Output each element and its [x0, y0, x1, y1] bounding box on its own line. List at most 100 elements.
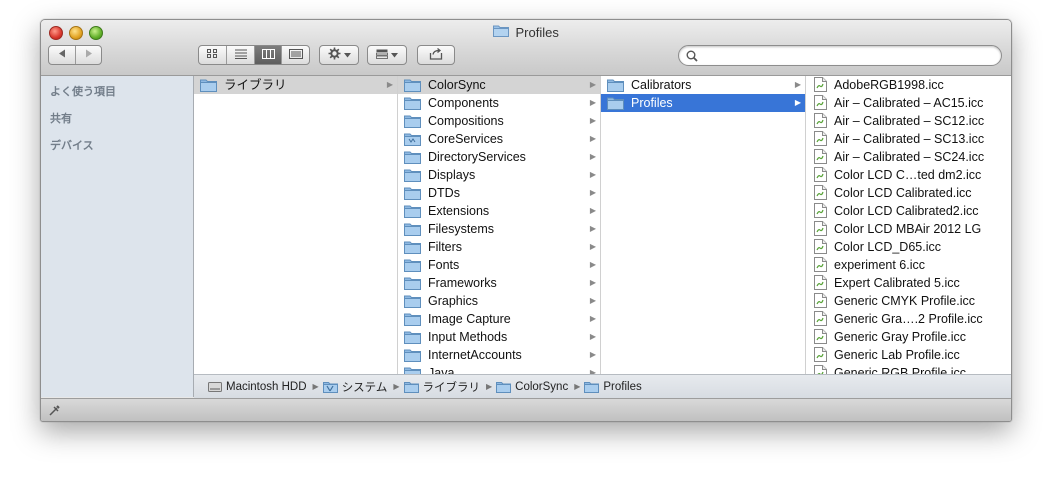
disclosure-arrow-icon: ▶	[589, 350, 596, 359]
column-view-icon	[261, 48, 275, 62]
path-crumb[interactable]: ColorSync	[496, 381, 568, 393]
file-row[interactable]: AdobeRGB1998.icc	[806, 76, 1011, 94]
disclosure-arrow-icon: ▶	[589, 332, 596, 341]
file-row[interactable]: experiment 6.icc	[806, 256, 1011, 274]
folder-row[interactable]: Compositions ▶	[398, 112, 600, 130]
sidebar-resize-icon[interactable]	[48, 404, 61, 420]
browser-column-1: ライブラリ ▶	[194, 76, 398, 374]
path-crumb[interactable]: ライブラリ	[403, 379, 481, 395]
share-icon	[429, 47, 443, 63]
folder-icon	[200, 78, 217, 97]
file-row[interactable]: Expert Calibrated 5.icc	[806, 274, 1011, 292]
forward-arrow-icon	[85, 49, 93, 61]
path-crumb-label: ライブラリ	[422, 381, 481, 394]
folder-name: Graphics	[428, 294, 479, 308]
path-crumb[interactable]: システム	[322, 379, 388, 395]
file-row[interactable]: Generic Lab Profile.icc	[806, 346, 1011, 364]
folder-name: Frameworks	[428, 276, 497, 290]
disclosure-arrow-icon: ▶	[589, 98, 596, 107]
file-name: Air – Calibrated – SC24.icc	[834, 150, 985, 164]
file-name: Generic RGB Profile.icc	[834, 366, 966, 374]
folder-row[interactable]: Filesystems ▶	[398, 220, 600, 238]
back-button[interactable]	[49, 46, 75, 64]
folder-row[interactable]: Extensions ▶	[398, 202, 600, 220]
folder-name: DTDs	[428, 186, 460, 200]
list-view-button[interactable]	[226, 46, 254, 64]
file-name: Generic Lab Profile.icc	[834, 348, 960, 362]
path-crumb-label: システム	[341, 381, 388, 394]
folder-row[interactable]: DTDs ▶	[398, 184, 600, 202]
search-icon	[686, 50, 698, 65]
disclosure-arrow-icon: ▶	[589, 242, 596, 251]
icon-view-button[interactable]	[199, 46, 226, 64]
folder-row[interactable]: Input Methods ▶	[398, 328, 600, 346]
disclosure-arrow-icon: ▶	[386, 80, 393, 89]
disclosure-arrow-icon: ▶	[589, 80, 596, 89]
file-name: Color LCD C…ted dm2.icc	[834, 168, 982, 182]
folder-row[interactable]: ライブラリ ▶	[194, 76, 397, 94]
forward-button[interactable]	[75, 46, 101, 64]
folder-row[interactable]: Displays ▶	[398, 166, 600, 184]
file-name: Generic CMYK Profile.icc	[834, 294, 976, 308]
path-separator-icon: ▶	[393, 382, 400, 391]
sidebar-section-shared[interactable]: 共有	[50, 110, 72, 126]
cover-flow-button[interactable]	[281, 46, 309, 64]
folder-row[interactable]: Image Capture ▶	[398, 310, 600, 328]
folder-name: Extensions	[428, 204, 490, 218]
arrange-icon	[376, 49, 388, 62]
file-name: experiment 6.icc	[834, 258, 926, 272]
disclosure-arrow-icon: ▶	[589, 152, 596, 161]
file-row[interactable]: Air – Calibrated – SC12.icc	[806, 112, 1011, 130]
file-row[interactable]: Color LCD Calibrated.icc	[806, 184, 1011, 202]
file-row[interactable]: Generic Gra….2 Profile.icc	[806, 310, 1011, 328]
arrange-menu-button[interactable]	[367, 45, 407, 65]
sidebar-section-favorites[interactable]: よく使う項目	[50, 83, 116, 99]
folder-row[interactable]: ColorSync ▶	[398, 76, 600, 94]
window-title-area: Profiles	[41, 24, 1011, 40]
folder-icon	[584, 381, 600, 393]
folder-name: Java	[428, 366, 455, 374]
folder-row[interactable]: Frameworks ▶	[398, 274, 600, 292]
folder-row[interactable]: Profiles ▶	[601, 94, 805, 112]
disclosure-arrow-icon: ▶	[794, 80, 801, 89]
file-row[interactable]: Air – Calibrated – AC15.icc	[806, 94, 1011, 112]
folder-icon	[403, 381, 419, 393]
folder-row[interactable]: Components ▶	[398, 94, 600, 112]
folder-name: Filesystems	[428, 222, 494, 236]
path-separator-icon: ▶	[312, 382, 319, 391]
folder-row[interactable]: DirectoryServices ▶	[398, 148, 600, 166]
browser-column-2: ColorSync ▶ Components ▶ Compositions ▶ CoreSe…	[398, 76, 601, 374]
path-crumb[interactable]: Profiles	[584, 381, 642, 393]
disclosure-arrow-icon: ▶	[589, 278, 596, 287]
folder-row[interactable]: InternetAccounts ▶	[398, 346, 600, 364]
folder-row[interactable]: Filters ▶	[398, 238, 600, 256]
folder-row[interactable]: Graphics ▶	[398, 292, 600, 310]
file-name: Generic Gray Profile.icc	[834, 330, 966, 344]
file-row[interactable]: Generic Gray Profile.icc	[806, 328, 1011, 346]
file-row[interactable]: Color LCD MBAir 2012 LG	[806, 220, 1011, 238]
action-menu-button[interactable]	[319, 45, 359, 65]
share-button[interactable]	[417, 45, 455, 65]
file-row[interactable]: Color LCD_D65.icc	[806, 238, 1011, 256]
file-row[interactable]: Color LCD C…ted dm2.icc	[806, 166, 1011, 184]
search-input[interactable]	[701, 48, 995, 65]
path-crumb[interactable]: Macintosh HDD	[208, 380, 307, 393]
folder-row[interactable]: Fonts ▶	[398, 256, 600, 274]
folder-row[interactable]: Java ▶	[398, 364, 600, 374]
file-row[interactable]: Generic RGB Profile.icc	[806, 364, 1011, 374]
disclosure-arrow-icon: ▶	[589, 188, 596, 197]
file-row[interactable]: Air – Calibrated – SC24.icc	[806, 148, 1011, 166]
sidebar-section-devices[interactable]: デバイス	[50, 137, 94, 153]
column-view-button[interactable]	[253, 46, 282, 64]
file-row[interactable]: Air – Calibrated – SC13.icc	[806, 130, 1011, 148]
folder-row[interactable]: Calibrators ▶	[601, 76, 805, 94]
search-field[interactable]	[678, 45, 1002, 66]
file-row[interactable]: Color LCD Calibrated2.icc	[806, 202, 1011, 220]
file-name: Air – Calibrated – SC13.icc	[834, 132, 985, 146]
icon-view-icon	[207, 49, 218, 61]
file-name: Generic Gra….2 Profile.icc	[834, 312, 983, 326]
file-name: Air – Calibrated – SC12.icc	[834, 114, 985, 128]
file-row[interactable]: Generic CMYK Profile.icc	[806, 292, 1011, 310]
folder-row[interactable]: CoreServices ▶	[398, 130, 600, 148]
list-view-icon	[234, 49, 247, 62]
